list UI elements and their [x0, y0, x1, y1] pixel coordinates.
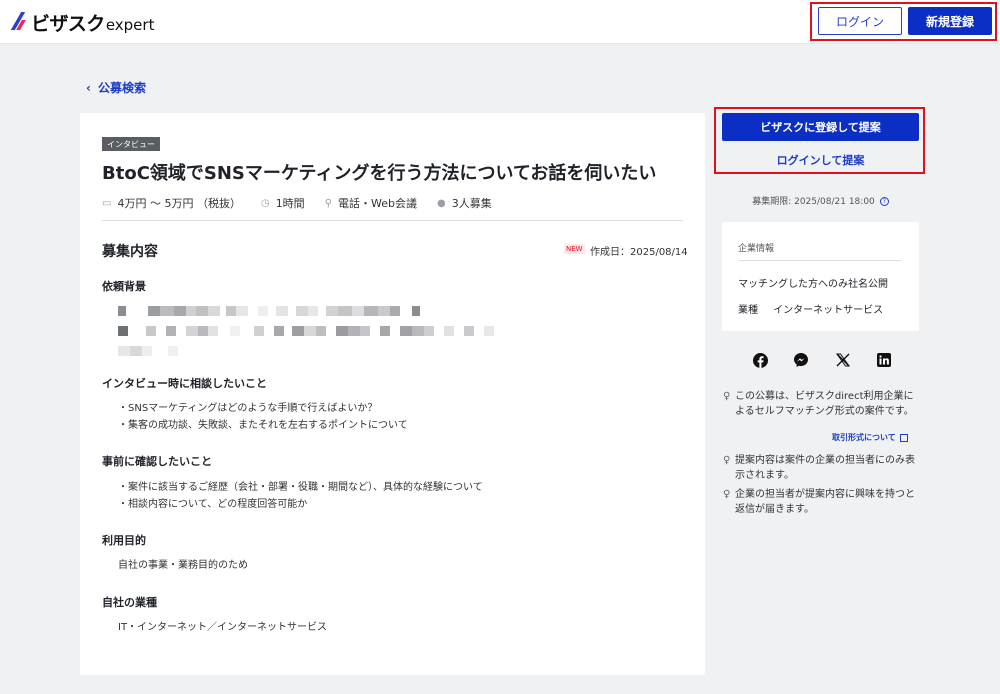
register-button[interactable]: 新規登録	[908, 7, 992, 35]
logo-text-jp: ビザスク	[31, 13, 105, 35]
chevron-left-icon: ‹	[86, 80, 91, 95]
money-icon: ▭	[102, 197, 112, 209]
lightbulb-icon: ♀	[723, 391, 731, 402]
company-info-heading: 企業情報	[738, 244, 775, 254]
divider	[102, 220, 683, 221]
interview-heading: インタビュー時に相談したいこと	[102, 377, 267, 390]
login-and-propose-link[interactable]: ログインして提案	[722, 150, 919, 170]
redacted-text-row	[118, 346, 178, 356]
industry-heading: 自社の業種	[102, 596, 157, 609]
job-detail-card: インタビュー BtoC領域でSNSマーケティングを行う方法についてお話を伺いたい…	[80, 113, 705, 675]
industry-text: IT・インターネット／インターネットサービス	[118, 622, 328, 633]
share-buttons	[752, 351, 892, 369]
person-icon: ●	[437, 197, 446, 209]
x-icon[interactable]	[835, 352, 851, 368]
company-info-panel: 企業情報 マッチングした方へのみ社名公開 業種 インターネットサービス	[722, 222, 919, 331]
meta-duration-text: 1時間	[275, 197, 305, 210]
note-item: ♀ この公募は、ビザスクdirect利用企業によるセルフマッチング形式の案件です…	[723, 389, 919, 419]
confirm-item: ・案件に該当するご経歴（会社・部署・役職・期間など）、具体的な経験について	[118, 482, 483, 493]
deadline-text: 募集期限: 2025/08/21 18:00	[752, 197, 875, 207]
meta-fee: ▭ 4万円 〜 5万円 （税抜）	[102, 195, 241, 211]
interview-item: ・集客の成功談、失敗談、またそれを左右するポイントについて	[118, 420, 408, 431]
section-title: 募集内容	[102, 244, 158, 260]
external-link-icon	[899, 433, 908, 442]
lightbulb-icon: ♀	[723, 455, 731, 466]
redacted-text-row	[118, 326, 494, 336]
new-badge: NEW	[564, 244, 585, 254]
deadline: 募集期限: 2025/08/21 18:00?	[722, 194, 919, 207]
redacted-text-row	[118, 306, 420, 316]
note-text: 企業の担当者が提案内容に興味を持つと返信が届きます。	[735, 489, 915, 515]
location-pin-icon: ⚲	[324, 197, 333, 209]
job-title: BtoC領域でSNSマーケティングを行う方法についてお話を伺いたい	[102, 163, 657, 184]
lightbulb-icon: ♀	[723, 489, 731, 500]
facebook-icon[interactable]	[752, 352, 768, 368]
meta-fee-text: 4万円 〜 5万円 （税抜）	[117, 197, 241, 210]
logo-text-en: expert	[105, 16, 155, 34]
meta-count: ● 3人募集	[437, 195, 492, 211]
meta-method-text: 電話・Web会議	[338, 197, 417, 210]
industry-label: 業種	[738, 305, 758, 316]
back-to-search-link[interactable]: ‹ 公募検索	[86, 79, 146, 96]
note-text: 提案内容は案件の企業の担当者にのみ表示されます。	[735, 455, 915, 481]
trade-format-label: 取引形式について	[832, 433, 896, 442]
category-badge: インタビュー	[102, 137, 160, 151]
created-date: 作成日：2025/08/14	[590, 247, 688, 258]
confirm-item: ・相談内容について、どの程度回答可能か	[118, 499, 308, 510]
note-item: ♀ 企業の担当者が提案内容に興味を持つと返信が届きます。	[723, 487, 919, 517]
divider	[738, 260, 902, 261]
meta-count-text: 3人募集	[451, 197, 492, 210]
industry-value: インターネットサービス	[773, 305, 884, 316]
meta-duration: ◷ 1時間	[261, 195, 305, 211]
note-item: ♀ 提案内容は案件の企業の担当者にのみ表示されます。	[723, 453, 919, 483]
register-and-propose-button[interactable]: ビザスクに登録して提案	[722, 113, 919, 141]
login-button[interactable]: ログイン	[818, 7, 902, 35]
interview-item: ・SNSマーケティングはどのような手順で行えばよいか？	[118, 403, 378, 414]
back-link-label: 公募検索	[97, 81, 146, 95]
logo[interactable]: ビザスク expert	[10, 9, 154, 36]
help-icon[interactable]: ?	[879, 197, 889, 206]
company-industry: 業種 インターネットサービス	[738, 301, 883, 316]
linkedin-icon[interactable]	[876, 352, 892, 368]
note-text: この公募は、ビザスクdirect利用企業によるセルフマッチング形式の案件です。	[735, 391, 914, 417]
purpose-text: 自社の事業・業務目的のため	[118, 560, 248, 571]
trade-format-link[interactable]: 取引形式について	[832, 432, 908, 443]
purpose-heading: 利用目的	[102, 534, 146, 547]
meta-method: ⚲ 電話・Web会議	[325, 195, 417, 211]
logo-mark-icon	[10, 10, 28, 30]
clock-icon: ◷	[260, 197, 270, 209]
messenger-icon[interactable]	[793, 352, 809, 368]
confirm-heading: 事前に確認したいこと	[102, 455, 212, 468]
background-heading: 依頼背景	[102, 280, 146, 293]
job-meta: ▭ 4万円 〜 5万円 （税抜） ◷ 1時間 ⚲ 電話・Web会議 ● 3人募集	[102, 195, 512, 211]
company-name: マッチングした方へのみ社名公開	[738, 279, 888, 290]
